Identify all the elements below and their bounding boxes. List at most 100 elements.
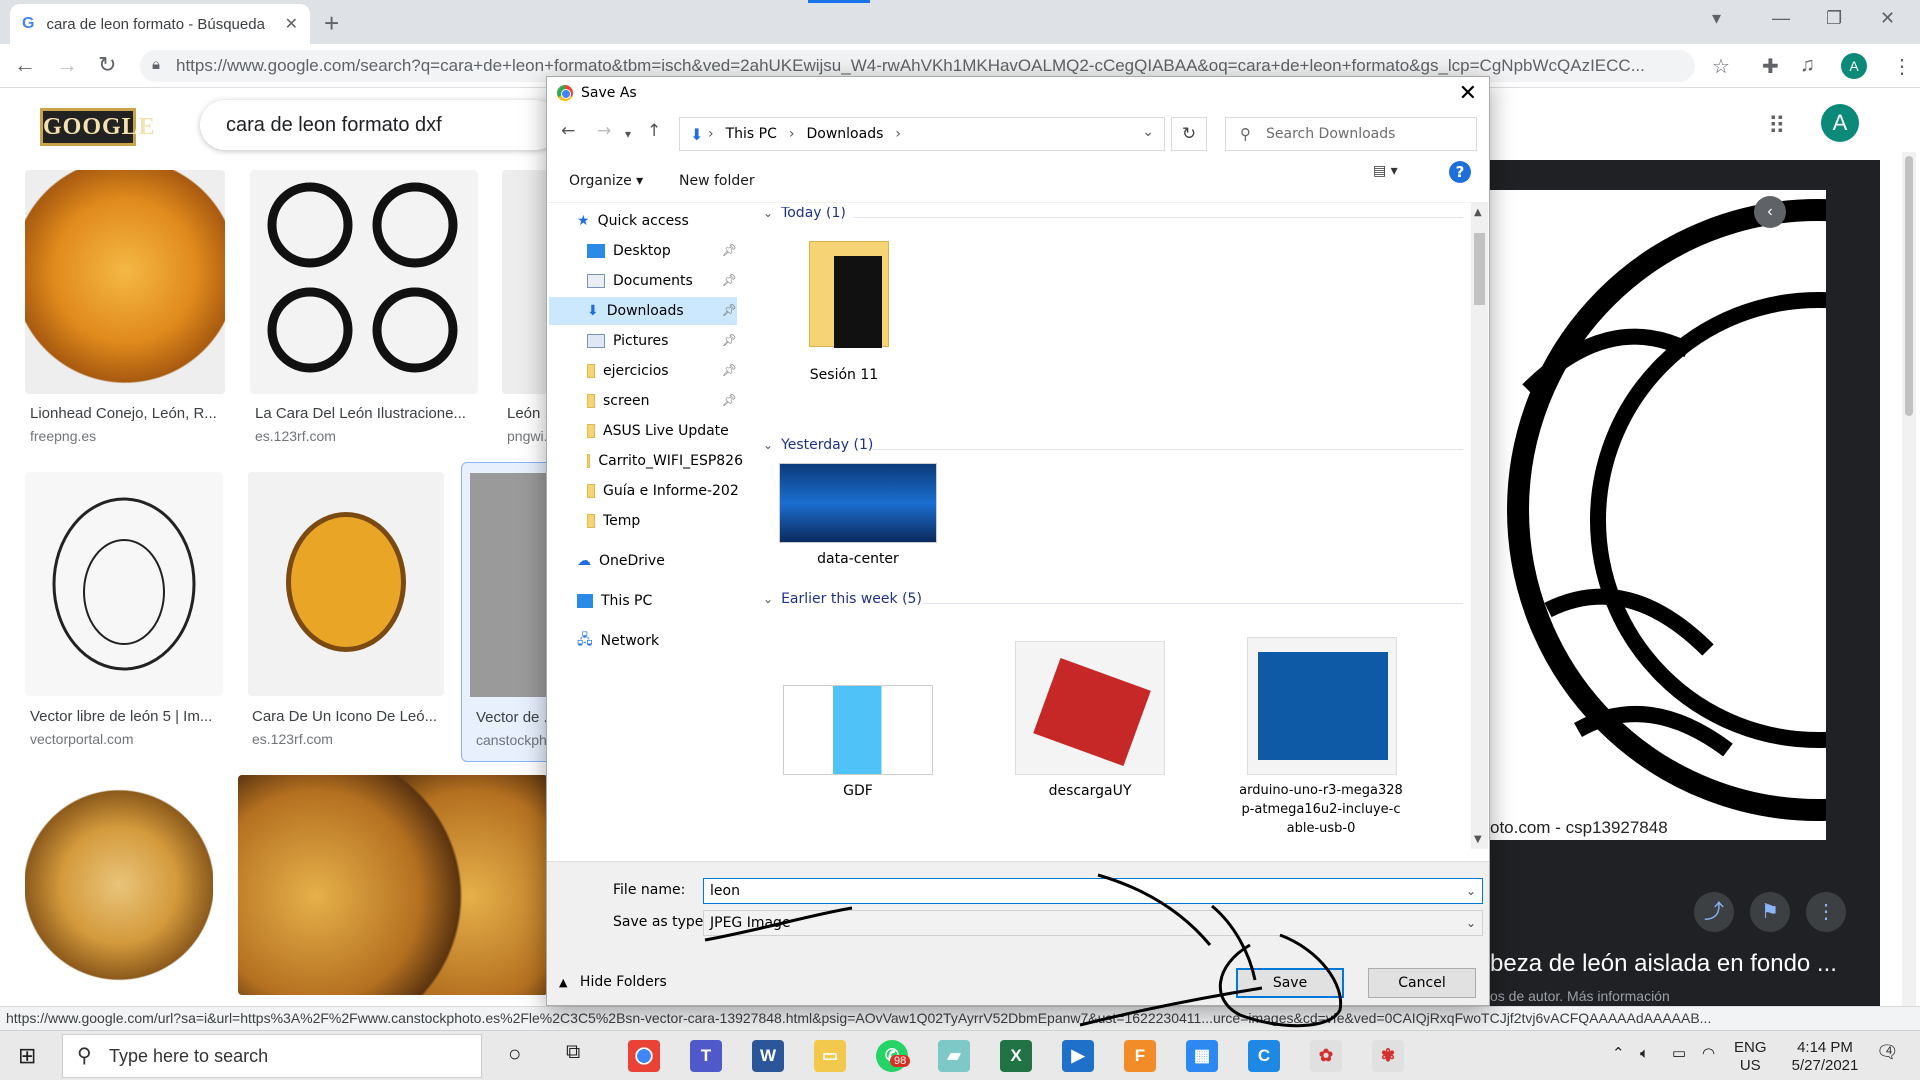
- back-icon[interactable]: ←: [14, 52, 36, 78]
- dialog-forward-icon[interactable]: →: [597, 121, 611, 141]
- share-icon[interactable]: ⤴: [1694, 892, 1734, 932]
- breadcrumb-chevron-icon[interactable]: ›: [708, 126, 714, 142]
- tab-close-icon[interactable]: ✕: [285, 14, 298, 34]
- chevron-down-icon[interactable]: ⌄: [1466, 879, 1476, 903]
- page-scrollbar-thumb[interactable]: [1905, 156, 1913, 416]
- app-icon[interactable]: C: [1248, 1040, 1280, 1072]
- file-name-input[interactable]: leon ⌄: [703, 878, 1483, 904]
- minimize-icon[interactable]: —: [1772, 8, 1790, 29]
- dialog-back-icon[interactable]: ←: [561, 121, 575, 141]
- excel-icon[interactable]: X: [1000, 1040, 1032, 1072]
- dialog-close-icon[interactable]: ✕: [1459, 81, 1477, 106]
- reload-icon[interactable]: ↻: [98, 52, 116, 78]
- chevron-down-icon[interactable]: ⌄: [763, 207, 773, 220]
- tray-chevron-up-icon[interactable]: ⌃: [1612, 1045, 1625, 1063]
- app-icon[interactable]: ▰: [938, 1040, 970, 1072]
- nav-pictures[interactable]: Pictures 📌︎: [587, 327, 737, 355]
- file-arduino-uno[interactable]: arduino-uno-r3-mega328 p-atmega16u2-incl…: [1231, 617, 1411, 837]
- google-search-input[interactable]: cara de leon formato dxf: [200, 100, 560, 150]
- hide-folders-button[interactable]: ▲ Hide Folders: [559, 974, 667, 990]
- nav-downloads[interactable]: ⬇ Downloads 📌︎: [549, 297, 737, 325]
- new-tab-button[interactable]: +: [324, 8, 339, 39]
- nav-documents[interactable]: Documents 📌︎: [587, 267, 737, 295]
- cancel-button[interactable]: Cancel: [1368, 968, 1476, 998]
- breadcrumb-chevron-icon[interactable]: ›: [895, 126, 901, 142]
- result-caption-5[interactable]: Cara De Un Icono De Leó...: [252, 708, 442, 725]
- group-yesterday[interactable]: ⌄ Yesterday (1): [763, 437, 873, 453]
- google-avatar[interactable]: A: [1821, 104, 1859, 142]
- nav-this-pc[interactable]: This PC: [577, 587, 737, 615]
- result-caption-3[interactable]: León ...: [507, 405, 547, 422]
- up-folder-icon[interactable]: ↑: [647, 121, 661, 141]
- preview-caption[interactable]: beza de león aislada en fondo ...: [1490, 950, 1837, 978]
- teams-icon[interactable]: T: [690, 1040, 722, 1072]
- file-sesion-11[interactable]: Sesión 11: [779, 237, 909, 387]
- chevron-down-icon[interactable]: ⌄: [763, 438, 773, 452]
- nav-desktop[interactable]: Desktop 📌︎: [587, 237, 737, 265]
- result-caption-2[interactable]: La Cara Del León Ilustracione...: [255, 405, 477, 422]
- windows-start-icon[interactable]: ⊞: [18, 1043, 36, 1069]
- browser-tab[interactable]: G cara de leon formato - Búsqueda ✕: [10, 4, 310, 44]
- recent-locations-icon[interactable]: ▾: [625, 127, 631, 141]
- nav-ejercicios[interactable]: ejercicios 📌︎: [587, 357, 737, 385]
- scroll-up-icon[interactable]: ▲: [1474, 207, 1482, 218]
- preview-image[interactable]: oto.com - csp13927848: [1488, 190, 1826, 840]
- chevron-down-icon[interactable]: ⌄: [763, 592, 773, 606]
- app-icon[interactable]: F: [1124, 1040, 1156, 1072]
- nav-network[interactable]: 🖧︎ Network: [577, 627, 737, 655]
- profile-avatar[interactable]: A: [1841, 53, 1867, 79]
- organize-button[interactable]: Organize ▾: [569, 173, 643, 189]
- forward-icon[interactable]: →: [56, 52, 78, 78]
- apps-grid-icon[interactable]: ⠿: [1768, 112, 1786, 141]
- save-type-select[interactable]: JPEG Image ⌄: [703, 910, 1483, 936]
- result-thumb-1[interactable]: [25, 170, 225, 394]
- help-icon[interactable]: ?: [1449, 161, 1471, 183]
- media-player-icon[interactable]: ▶: [1062, 1040, 1094, 1072]
- extensions-icon[interactable]: ✚: [1762, 54, 1779, 79]
- result-thumb-6[interactable]: [470, 473, 550, 697]
- address-breadcrumb[interactable]: ⬇ › This PC › Downloads › ⌄: [679, 117, 1165, 151]
- file-gdf[interactable]: GDF: [775, 617, 941, 807]
- address-dropdown-icon[interactable]: ⌄: [1142, 124, 1154, 140]
- media-icon[interactable]: ♫: [1800, 54, 1815, 77]
- tab-search-icon[interactable]: ▾: [1712, 8, 1721, 29]
- file-list-scrollbar-thumb[interactable]: [1474, 233, 1485, 305]
- result-thumb-8[interactable]: [238, 775, 548, 995]
- chevron-down-icon[interactable]: ⌄: [1466, 911, 1476, 935]
- page-scrollbar[interactable]: [1902, 152, 1916, 1012]
- refresh-icon[interactable]: ↻: [1171, 117, 1207, 151]
- result-thumb-5[interactable]: [248, 472, 444, 696]
- file-descargauy[interactable]: descargaUY: [1007, 617, 1173, 807]
- bookmark-star-icon[interactable]: ☆: [1712, 54, 1730, 79]
- app-icon[interactable]: ✾: [1372, 1040, 1404, 1072]
- volume-icon[interactable]: 🔈︎: [1640, 1045, 1649, 1063]
- result-thumb-2[interactable]: [250, 170, 478, 394]
- breadcrumb-chevron-icon[interactable]: ›: [789, 126, 795, 142]
- save-button[interactable]: Save: [1236, 968, 1344, 998]
- nav-temp[interactable]: Temp: [587, 507, 737, 535]
- language-indicator[interactable]: ENG US: [1734, 1039, 1767, 1075]
- menu-icon[interactable]: ⋮: [1892, 54, 1912, 79]
- nav-asus-live-update[interactable]: ASUS Live Update: [587, 417, 743, 445]
- group-today[interactable]: ⌄ Today (1): [763, 207, 846, 221]
- window-close-icon[interactable]: ✕: [1880, 8, 1895, 29]
- view-options-icon[interactable]: ▤ ▾: [1373, 163, 1398, 179]
- preview-source[interactable]: os de autor. Más información: [1490, 988, 1670, 1004]
- task-view-icon[interactable]: ⧉: [566, 1041, 580, 1064]
- search-downloads-input[interactable]: ⚲ Search Downloads: [1225, 117, 1477, 151]
- breadcrumb-this-pc[interactable]: This PC: [726, 126, 777, 142]
- more-options-icon[interactable]: ⋮: [1806, 892, 1846, 932]
- new-folder-button[interactable]: New folder: [679, 173, 755, 189]
- app-icon[interactable]: ✿: [1310, 1040, 1342, 1072]
- nav-guia-informe[interactable]: Guía e Informe-202: [587, 477, 743, 505]
- wifi-icon[interactable]: ◠: [1702, 1045, 1715, 1063]
- result-thumb-7[interactable]: [25, 775, 213, 995]
- group-earlier-this-week[interactable]: ⌄ Earlier this week (5): [763, 591, 922, 607]
- nav-carrito-wifi[interactable]: Carrito_WIFI_ESP826: [587, 447, 743, 475]
- preview-prev-icon[interactable]: ‹: [1754, 196, 1786, 228]
- nav-quick-access[interactable]: ★ Quick access: [577, 207, 737, 235]
- app-icon[interactable]: ▦: [1186, 1040, 1218, 1072]
- clock[interactable]: 4:14 PM 5/27/2021: [1780, 1039, 1870, 1075]
- nav-screen[interactable]: screen 📌︎: [587, 387, 737, 415]
- result-caption-6[interactable]: Vector de ...: [476, 709, 550, 726]
